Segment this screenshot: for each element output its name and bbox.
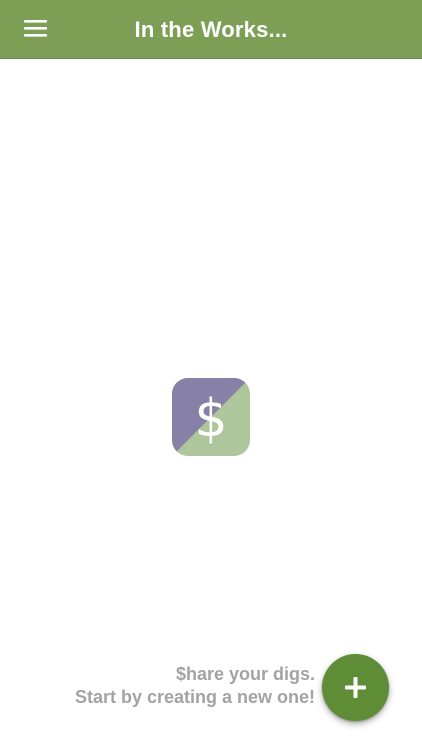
page-title: In the Works... bbox=[134, 17, 288, 42]
empty-state-message: $hare your digs. Start by creating a new… bbox=[75, 663, 315, 709]
hamburger-menu-icon bbox=[24, 20, 47, 37]
dollar-sign-logo-icon: $ bbox=[172, 378, 250, 456]
empty-state-line-2: Start by creating a new one! bbox=[74, 687, 315, 707]
dollar-glyph: $ bbox=[194, 389, 227, 449]
app-bar: In the Works... bbox=[0, 0, 422, 59]
plus-icon bbox=[345, 677, 366, 698]
add-new-button[interactable] bbox=[322, 654, 389, 721]
empty-state-line-1: $hare your digs. bbox=[175, 664, 315, 684]
app-logo: $ bbox=[172, 378, 250, 456]
menu-button[interactable] bbox=[20, 14, 52, 44]
